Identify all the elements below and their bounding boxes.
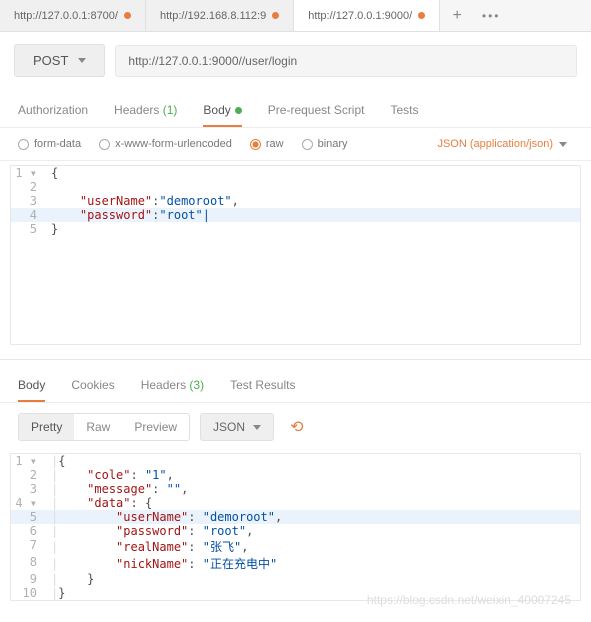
body-type-row: form-data x-www-form-urlencoded raw bina… — [0, 128, 591, 161]
response-format-select[interactable]: JSON — [200, 413, 274, 441]
tab-authorization[interactable]: Authorization — [18, 95, 88, 127]
chevron-down-icon — [78, 58, 86, 63]
radio-binary[interactable]: binary — [302, 138, 348, 150]
tab-label: http://192.168.8.112:9 — [160, 10, 266, 22]
radio-xwww[interactable]: x-www-form-urlencoded — [99, 138, 232, 150]
resp-tab-body[interactable]: Body — [18, 370, 45, 402]
tab-tests[interactable]: Tests — [390, 95, 418, 127]
body-indicator-icon — [235, 107, 242, 114]
response-controls: Pretty Raw Preview JSON ⟲ — [0, 403, 591, 451]
request-body-editor[interactable]: 1 ▾{2 3 "userName":"demoroot",4 "passwor… — [10, 165, 581, 345]
response-body-viewer[interactable]: 1 ▾|{ 2 | "cole": "1", 3 | "message": ""… — [10, 453, 581, 601]
resp-tab-cookies[interactable]: Cookies — [71, 370, 114, 402]
unsaved-dot-icon — [272, 12, 279, 19]
content-type-select[interactable]: JSON (application/json) — [437, 138, 567, 150]
view-pretty[interactable]: Pretty — [19, 414, 74, 440]
resp-tab-headers[interactable]: Headers (3) — [141, 370, 204, 402]
tab-2[interactable]: http://192.168.8.112:9 — [146, 0, 294, 31]
tab-1[interactable]: http://127.0.0.1:8700/ — [0, 0, 146, 31]
radio-raw[interactable]: raw — [250, 138, 284, 150]
tab-headers[interactable]: Headers (1) — [114, 95, 177, 127]
response-tabs: Body Cookies Headers (3) Test Results — [0, 359, 591, 403]
tab-body[interactable]: Body — [203, 95, 241, 127]
tab-label: http://127.0.0.1:8700/ — [14, 10, 118, 22]
radio-icon — [250, 139, 261, 150]
tab-3[interactable]: http://127.0.0.1:9000/ — [294, 0, 440, 31]
resp-tab-tests[interactable]: Test Results — [230, 370, 295, 402]
chevron-down-icon — [559, 142, 567, 147]
wrap-lines-icon[interactable]: ⟲ — [284, 413, 309, 441]
headers-count: (1) — [163, 103, 178, 117]
browser-tabs: http://127.0.0.1:8700/ http://192.168.8.… — [0, 0, 591, 32]
radio-form-data[interactable]: form-data — [18, 138, 81, 150]
unsaved-dot-icon — [418, 12, 425, 19]
view-preview[interactable]: Preview — [122, 414, 189, 440]
request-row: POST — [0, 32, 591, 89]
radio-icon — [18, 139, 29, 150]
radio-icon — [302, 139, 313, 150]
tab-label: http://127.0.0.1:9000/ — [308, 10, 412, 22]
url-input[interactable] — [115, 45, 577, 77]
chevron-down-icon — [253, 425, 261, 430]
tab-overflow-button[interactable]: ••• — [474, 0, 508, 31]
request-tabs: Authorization Headers (1) Body Pre-reque… — [0, 89, 591, 128]
view-mode-group: Pretty Raw Preview — [18, 413, 190, 441]
http-method-label: POST — [33, 53, 68, 68]
unsaved-dot-icon — [124, 12, 131, 19]
http-method-select[interactable]: POST — [14, 44, 105, 77]
view-raw[interactable]: Raw — [74, 414, 122, 440]
radio-icon — [99, 139, 110, 150]
resp-headers-count: (3) — [189, 378, 204, 392]
tab-prerequest[interactable]: Pre-request Script — [268, 95, 365, 127]
new-tab-button[interactable]: + — [440, 0, 474, 31]
